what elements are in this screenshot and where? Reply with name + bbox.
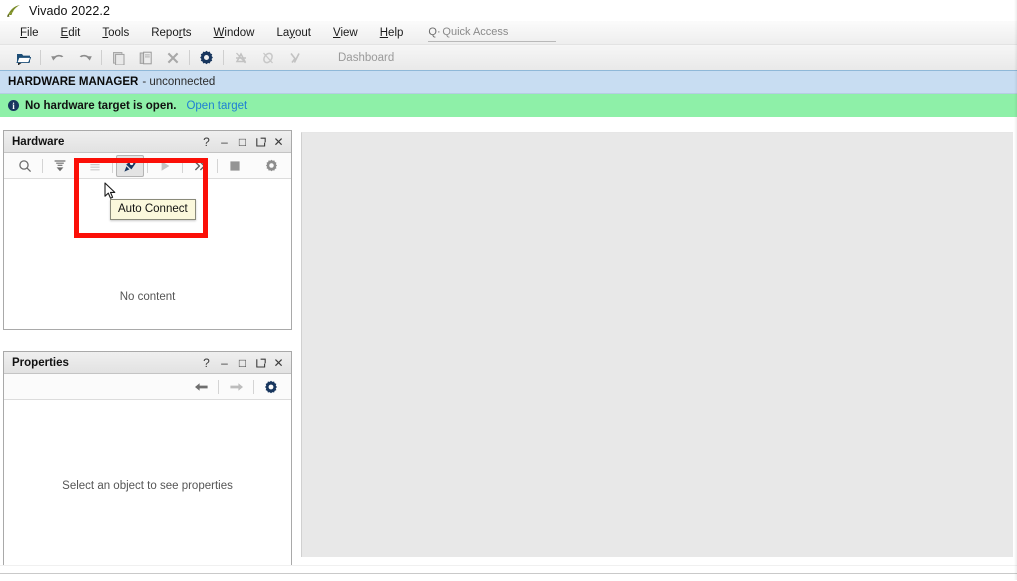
open-project-icon[interactable] <box>10 47 37 68</box>
workspace: Hardware ? – □ ✕ No content Properties ?… <box>0 127 1017 566</box>
settings-gear-icon[interactable] <box>193 47 220 68</box>
forward-arrow-icon[interactable] <box>222 376 250 398</box>
menu-file[interactable]: File <box>9 25 50 41</box>
menu-window[interactable]: Window <box>203 25 266 41</box>
quick-access-area: Q· Quick Access <box>428 23 557 42</box>
toolbar-separator <box>189 50 190 65</box>
hardware-panel-toolbar <box>4 153 291 179</box>
vivado-leaf-icon <box>6 4 22 18</box>
minimize-button[interactable]: – <box>219 135 230 149</box>
hardware-panel-title: Hardware <box>12 135 65 148</box>
expand-all-icon[interactable] <box>81 155 109 177</box>
close-x-icon[interactable] <box>159 47 186 68</box>
main-canvas-area[interactable] <box>301 132 1013 557</box>
toolbar-separator <box>147 158 148 173</box>
redo-icon[interactable] <box>71 47 98 68</box>
hardware-panel: Hardware ? – □ ✕ No content <box>3 130 292 330</box>
menu-layout[interactable]: Layout <box>265 25 322 41</box>
properties-empty-message: Select an object to see properties <box>62 480 233 492</box>
right-column <box>295 127 1017 565</box>
toolbar-separator <box>217 158 218 173</box>
toolbar-separator <box>182 158 183 173</box>
properties-panel-body[interactable]: Select an object to see properties <box>4 400 291 565</box>
hardware-manager-title: HARDWARE MANAGER <box>8 76 139 88</box>
toolbar-separator <box>40 50 41 65</box>
menu-help[interactable]: Help <box>369 25 415 41</box>
toolbar-separator <box>42 158 43 173</box>
auto-connect-tooltip: Auto Connect <box>110 199 196 220</box>
vivado-window: Vivado 2022.2 File Edit Tools Reports Wi… <box>0 0 1017 581</box>
properties-panel-title: Properties <box>12 356 69 369</box>
quick-access-input[interactable]: Q· Quick Access <box>428 25 557 42</box>
hardware-panel-header: Hardware ? – □ ✕ <box>4 131 291 153</box>
toolbar-separator <box>101 50 102 65</box>
run-synthesis-icon[interactable] <box>227 47 254 68</box>
menu-reports[interactable]: Reports <box>140 25 202 41</box>
left-column: Hardware ? – □ ✕ No content Properties ?… <box>0 127 295 566</box>
hardware-manager-banner: HARDWARE MANAGER - unconnected <box>0 71 1017 94</box>
properties-panel-toolbar <box>4 374 291 400</box>
toolbar-separator <box>112 158 113 173</box>
toolbar-separator <box>223 50 224 65</box>
hardware-manager-status: - unconnected <box>142 76 216 88</box>
quick-access-placeholder: Quick Access <box>442 26 509 38</box>
toolbar-separator <box>253 379 254 394</box>
collapse-all-icon[interactable] <box>46 155 74 177</box>
float-button[interactable] <box>255 357 266 368</box>
more-options-icon[interactable] <box>186 155 214 177</box>
info-icon: i <box>8 100 19 111</box>
menu-tools[interactable]: Tools <box>91 25 140 41</box>
dashboard-label[interactable]: Dashboard <box>338 52 394 64</box>
notification-message: No hardware target is open. <box>25 99 177 112</box>
menu-edit[interactable]: Edit <box>50 25 92 41</box>
menu-view[interactable]: View <box>322 25 369 41</box>
stop-icon[interactable] <box>221 155 249 177</box>
open-target-link[interactable]: Open target <box>186 100 247 112</box>
back-arrow-icon[interactable] <box>187 376 215 398</box>
hardware-panel-window-buttons: ? – □ ✕ <box>201 135 287 149</box>
toolbar-separator <box>218 379 219 394</box>
generate-bitstream-icon[interactable] <box>281 47 308 68</box>
properties-panel: Properties ? – □ ✕ Select an object to s… <box>3 351 292 566</box>
close-button[interactable]: ✕ <box>273 356 284 370</box>
properties-panel-header: Properties ? – □ ✕ <box>4 352 291 374</box>
close-button[interactable]: ✕ <box>273 135 284 149</box>
auto-connect-icon[interactable] <box>116 154 144 177</box>
run-trigger-icon[interactable] <box>151 155 179 177</box>
help-button[interactable]: ? <box>201 356 212 370</box>
paste-icon[interactable] <box>132 47 159 68</box>
run-implementation-icon[interactable] <box>254 47 281 68</box>
copy-icon[interactable] <box>105 47 132 68</box>
undo-icon[interactable] <box>44 47 71 68</box>
quick-access-underline <box>428 41 557 42</box>
title-bar: Vivado 2022.2 <box>0 0 1017 21</box>
settings-gear-icon[interactable] <box>257 376 285 398</box>
menu-bar: File Edit Tools Reports Window Layout Vi… <box>0 21 1017 45</box>
notification-bar: i No hardware target is open. Open targe… <box>0 94 1017 117</box>
hardware-empty-message: No content <box>119 291 176 303</box>
help-button[interactable]: ? <box>201 135 212 149</box>
properties-panel-window-buttons: ? – □ ✕ <box>201 356 287 370</box>
maximize-button[interactable]: □ <box>237 356 248 370</box>
toolbar-separator <box>77 158 78 173</box>
window-title: Vivado 2022.2 <box>29 3 110 18</box>
float-button[interactable] <box>255 136 266 147</box>
search-icon[interactable] <box>11 155 39 177</box>
settings-gear-icon[interactable] <box>257 155 285 177</box>
minimize-button[interactable]: – <box>219 356 230 370</box>
search-icon: Q· <box>428 26 441 38</box>
maximize-button[interactable]: □ <box>237 135 248 149</box>
main-toolbar: Dashboard <box>0 45 1017 71</box>
